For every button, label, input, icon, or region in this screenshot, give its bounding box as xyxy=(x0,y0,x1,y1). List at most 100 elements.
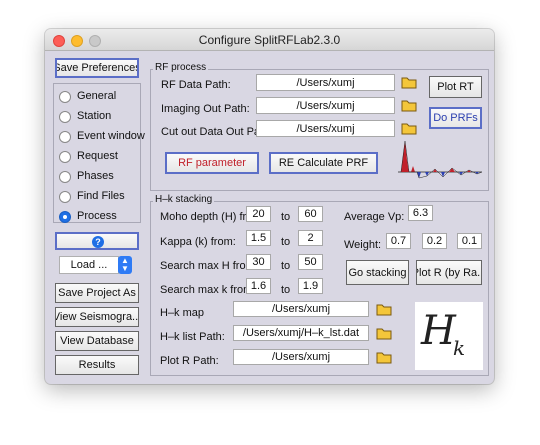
radio-button[interactable] xyxy=(59,91,71,103)
sidebar-option-label: Phases xyxy=(77,170,114,182)
help-button[interactable]: ? xyxy=(55,232,139,250)
folder-icon[interactable] xyxy=(376,326,392,340)
radio-button[interactable] xyxy=(59,151,71,163)
plot-r-path-label: Plot R Path: xyxy=(160,355,219,367)
search-k-from-value: 1.6 xyxy=(250,280,267,292)
search-h-to-value: 50 xyxy=(304,256,317,268)
search-k-to-label: to xyxy=(281,284,291,296)
save-preferences-button[interactable]: Save Preferences xyxy=(55,58,139,78)
kappa-to-value: 2 xyxy=(307,232,314,244)
kappa-from-field[interactable]: 1.5 xyxy=(246,230,271,246)
hk-logo-h: H xyxy=(421,308,456,354)
view-database-button[interactable]: View Database xyxy=(55,331,139,351)
re-calculate-prf-button[interactable]: RE Calculate PRF xyxy=(269,152,378,174)
load-select-stepper[interactable]: ▲ ▼ xyxy=(118,256,132,274)
weight-field-2[interactable]: 0.2 xyxy=(422,233,447,249)
cutout-out-path-field[interactable]: /Users/xumj xyxy=(256,120,395,137)
moho-to-value: 60 xyxy=(304,208,317,220)
weight-field-3[interactable]: 0.1 xyxy=(457,233,482,249)
cutout-out-path-label: Cut out Data Out Path: xyxy=(161,126,256,138)
sidebar-option-label: Event window xyxy=(77,130,145,142)
folder-icon[interactable] xyxy=(401,75,417,89)
imaging-out-path-field[interactable]: /Users/xumj xyxy=(256,97,395,114)
hk-list-path-label: H–k list Path: xyxy=(160,331,225,343)
window-title: Configure SplitRFLab2.3.0 xyxy=(198,33,341,47)
plot-r-button[interactable]: Plot R (by Ra... xyxy=(416,260,482,285)
hk-logo: H k xyxy=(415,302,483,370)
weight-field-1[interactable]: 0.7 xyxy=(386,233,411,249)
kappa-label: Kappa (k) from: xyxy=(160,236,236,248)
configure-window: Configure SplitRFLab2.3.0 Save Preferenc… xyxy=(45,29,494,384)
title-bar: Configure SplitRFLab2.3.0 xyxy=(45,29,494,51)
folder-icon[interactable] xyxy=(376,350,392,364)
go-stacking-button[interactable]: Go stacking xyxy=(346,260,409,285)
imaging-out-path-value: /Users/xumj xyxy=(296,99,355,112)
average-vp-field[interactable]: 6.3 xyxy=(408,205,433,221)
imaging-out-path-label: Imaging Out Path: xyxy=(161,103,250,115)
kappa-from-value: 1.5 xyxy=(250,232,267,244)
sidebar-option-label: General xyxy=(77,90,117,102)
search-h-to-field[interactable]: 50 xyxy=(298,254,323,270)
hk-map-field[interactable]: /Users/xumj xyxy=(233,301,369,317)
moho-depth-label: Moho depth (H) from xyxy=(160,211,246,223)
average-vp-label: Average Vp: xyxy=(344,211,405,223)
weight-value-1: 0.7 xyxy=(390,235,407,247)
load-select[interactable]: Load ... xyxy=(59,256,119,274)
search-h-to-label: to xyxy=(281,260,291,272)
sidebar-option-event-window[interactable]: Event window xyxy=(57,129,145,145)
search-h-from-value: 30 xyxy=(252,256,265,268)
hk-list-path-field[interactable]: /Users/xumj/H–k_lst.dat xyxy=(233,325,369,341)
search-max-k-label: Search max k from: xyxy=(160,284,256,296)
results-button[interactable]: Results xyxy=(55,355,139,375)
average-vp-value: 6.3 xyxy=(412,207,429,219)
hk-list-path-value: /Users/xumj/H–k_lst.dat xyxy=(242,327,360,339)
question-icon: ? xyxy=(92,236,104,248)
hk-stacking-title: H–k stacking xyxy=(153,194,215,205)
sidebar-option-process[interactable]: Process xyxy=(57,209,139,225)
sidebar-option-label: Process xyxy=(77,210,117,222)
sidebar-option-phases[interactable]: Phases xyxy=(57,169,139,185)
moho-from-field[interactable]: 20 xyxy=(246,206,271,222)
hk-map-value: /Users/xumj xyxy=(271,303,331,315)
kappa-to-label: to xyxy=(281,236,291,248)
folder-icon[interactable] xyxy=(401,121,417,135)
search-k-to-field[interactable]: 1.9 xyxy=(298,278,323,294)
moho-to-field[interactable]: 60 xyxy=(298,206,323,222)
radio-button[interactable] xyxy=(59,111,71,123)
sidebar-option-station[interactable]: Station xyxy=(57,109,139,125)
radio-button[interactable] xyxy=(59,131,71,143)
view-seismograms-button[interactable]: View Seismogra... xyxy=(55,307,139,327)
search-h-from-field[interactable]: 30 xyxy=(246,254,271,270)
load-select-label: Load ... xyxy=(70,259,108,271)
folder-icon[interactable] xyxy=(376,302,392,316)
sidebar-option-find-files[interactable]: Find Files xyxy=(57,189,139,205)
prf-waveform-thumbnail xyxy=(397,136,483,186)
weight-label: Weight: xyxy=(344,239,382,251)
weight-value-3: 0.1 xyxy=(461,235,478,247)
sidebar-option-general[interactable]: General xyxy=(57,89,139,105)
radio-button[interactable] xyxy=(59,191,71,203)
radio-button[interactable] xyxy=(59,171,71,183)
rf-parameter-button[interactable]: RF parameter xyxy=(165,152,259,174)
do-prfs-button[interactable]: Do PRFs xyxy=(429,107,482,129)
sidebar-option-label: Station xyxy=(77,110,112,122)
sidebar-option-label: Find Files xyxy=(77,190,125,202)
rf-process-title: RF process xyxy=(153,62,209,73)
sidebar-option-request[interactable]: Request xyxy=(57,149,139,165)
kappa-to-field[interactable]: 2 xyxy=(298,230,323,246)
plot-rt-button[interactable]: Plot RT xyxy=(429,76,482,98)
moho-to-label: to xyxy=(281,211,291,223)
weight-value-2: 0.2 xyxy=(426,235,443,247)
sidebar-option-label: Request xyxy=(77,150,118,162)
plot-r-path-field[interactable]: /Users/xumj xyxy=(233,349,369,365)
save-project-button[interactable]: Save Project As xyxy=(55,283,139,303)
moho-from-value: 20 xyxy=(252,208,265,220)
rf-data-path-field[interactable]: /Users/xumj xyxy=(256,74,395,91)
rf-data-path-value: /Users/xumj xyxy=(296,76,355,89)
search-k-from-field[interactable]: 1.6 xyxy=(246,278,271,294)
radio-button[interactable] xyxy=(59,211,71,223)
hk-logo-k: k xyxy=(453,336,466,360)
cutout-out-path-value: /Users/xumj xyxy=(296,122,355,135)
search-max-h-label: Search max H from: xyxy=(160,260,258,272)
folder-icon[interactable] xyxy=(401,98,417,112)
